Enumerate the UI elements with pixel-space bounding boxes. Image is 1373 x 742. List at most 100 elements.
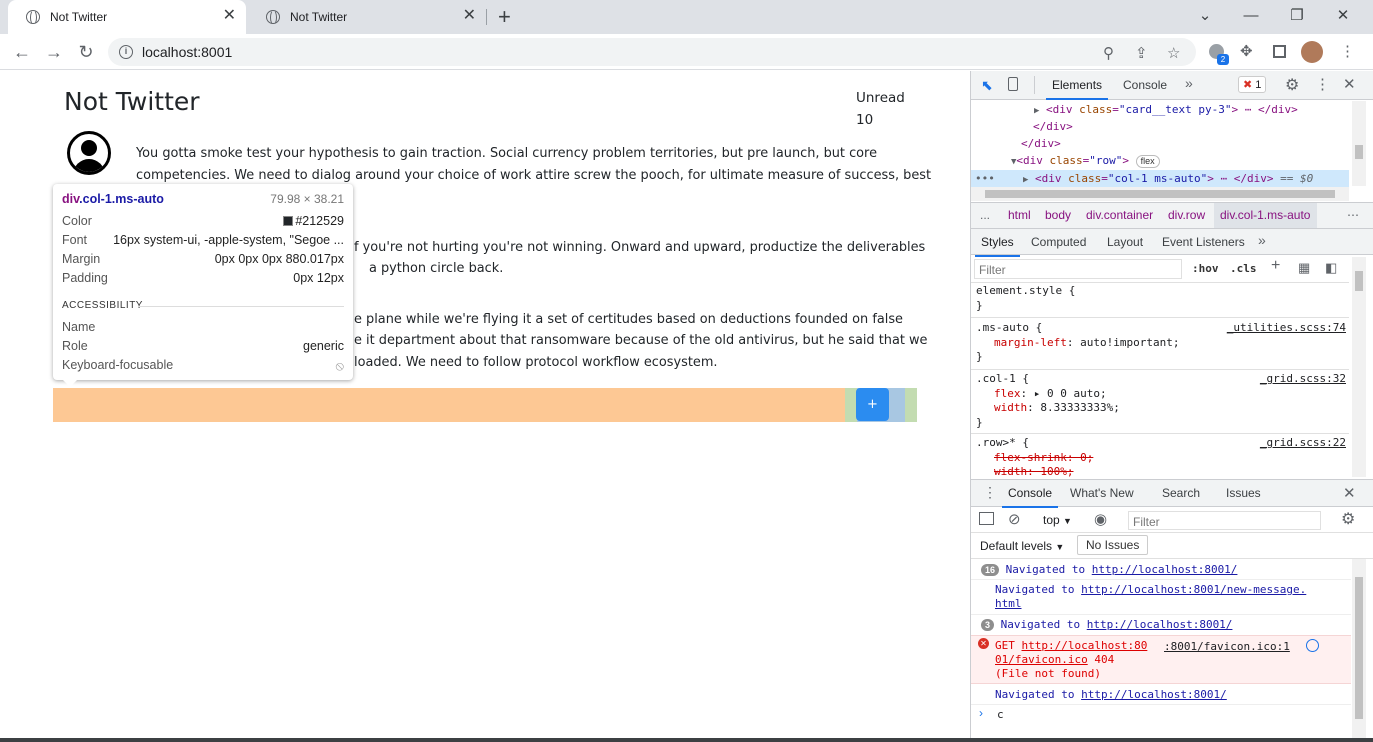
profile-avatar[interactable] [1301,41,1323,63]
drawer-tab-console[interactable]: Console [1001,486,1059,508]
css-rule-ms-auto[interactable]: .ms-auto {_utilities.scss:74 margin-left… [976,321,1346,365]
error-icon: ✖ [1243,79,1253,91]
info-icon[interactable]: i [119,45,133,59]
tab-search-button[interactable]: ⌄ [1182,0,1228,30]
settings-gear-icon[interactable]: ⚙ [1285,75,1299,95]
extension-badge: 2 [1217,54,1229,65]
breadcrumb-row[interactable]: div.row [1168,208,1205,222]
url-text[interactable]: localhost:8001 [142,44,232,60]
tab-computed[interactable]: Computed [1031,235,1086,249]
share-icon[interactable]: ⇪ [1135,44,1148,62]
prompt-chevron-icon: › [979,706,983,720]
new-tab-button[interactable]: + [498,4,511,30]
dom-hscrollbar[interactable] [971,187,1349,201]
css-rule-row-children[interactable]: .row>* {_grid.scss:22 flex-shrink: 0; wi… [976,436,1346,480]
message-line: e plane while we're flying it a set of c… [354,312,903,327]
drawer-tab-whats-new[interactable]: What's New [1070,486,1134,500]
tab-not-twitter-2[interactable]: Not Twitter ✕ [248,0,486,34]
hov-toggle[interactable]: :hov [1192,262,1219,275]
address-bar[interactable]: i localhost:8001 ⚲ ⇪ ☆ [108,38,1196,66]
tab-not-twitter-1[interactable]: Not Twitter ✕ [8,0,246,34]
dom-node-close[interactable]: </div> [1033,118,1073,135]
customize-kebab-icon[interactable]: ⋮ [1315,75,1330,93]
drawer-tab-issues[interactable]: Issues [1226,486,1261,500]
console-link[interactable]: http://localhost:8001/ [1087,618,1233,631]
breadcrumb-container[interactable]: div.container [1086,208,1153,222]
styles-vscrollbar[interactable] [1352,257,1366,477]
eye-icon[interactable]: ◉ [1094,510,1107,528]
new-rule-plus-icon[interactable]: + [1271,257,1280,275]
console-link[interactable]: http://localhost:80 [1022,639,1148,652]
console-filter-input[interactable]: Filter [1128,511,1321,530]
source-link[interactable]: _grid.scss:22 [1260,436,1346,451]
drawer-menu-icon[interactable]: ⋮ [983,484,997,501]
dom-node-row[interactable]: ▼<div class="row"> flex [1011,152,1160,171]
source-link[interactable]: _utilities.scss:74 [1227,321,1346,336]
close-window-button[interactable]: ✕ [1320,0,1366,30]
console-input[interactable]: c [997,708,1004,721]
inspect-cursor-icon[interactable]: ⬉ [981,77,993,94]
css-rule-col-1[interactable]: .col-1 {_grid.scss:32 flex: ▸ 0 0 auto; … [976,372,1346,430]
tab-layout[interactable]: Layout [1107,235,1143,249]
forward-button[interactable]: → [41,39,67,65]
css-rule-element-style[interactable]: element.style { } [976,284,1075,313]
restore-button[interactable]: ❐ [1274,0,1320,30]
close-drawer-icon[interactable]: ✕ [1343,484,1356,502]
new-message-button[interactable]: + [856,388,889,421]
breadcrumb-body[interactable]: body [1045,208,1071,222]
flex-badge[interactable]: flex [1135,155,1160,168]
bookmark-star-icon[interactable]: ☆ [1167,44,1180,62]
clear-console-icon[interactable]: ⊘ [1008,510,1021,528]
sidebar-toggle-icon[interactable]: ◧ [1325,260,1337,276]
zoom-icon[interactable]: ⚲ [1103,44,1114,62]
console-link[interactable]: http://localhost:8001/ [1081,688,1227,701]
console-vscrollbar[interactable] [1352,559,1366,739]
console-link[interactable]: 01/favicon.ico [995,653,1088,666]
console-link[interactable]: html [995,597,1022,610]
reload-button[interactable]: ↻ [73,39,99,65]
dom-node-card-text[interactable]: ▶ <div class="card__text py-3"> ⋯ </div> [1034,101,1298,120]
breadcrumb-html[interactable]: html [1008,208,1031,222]
devtools-top-bar: ⬉ Elements Console » ✖ 1 ⚙ ⋮ ✕ [971,71,1373,100]
more-tabs-icon[interactable]: » [1185,75,1193,91]
puzzle-icon[interactable]: ✥ [1240,42,1253,60]
minimize-button[interactable]: — [1228,0,1274,30]
tab-elements[interactable]: Elements [1045,78,1109,100]
device-toggle-icon[interactable] [1008,77,1018,91]
font-value: 16px system-ui, -apple-system, "Segoe ..… [113,233,344,247]
console-settings-icon[interactable]: ⚙ [1341,509,1355,529]
drawer-tab-search[interactable]: Search [1162,486,1200,500]
side-panel-icon[interactable] [1273,45,1286,58]
tab-console[interactable]: Console [1123,78,1167,92]
default-levels-dropdown[interactable]: Default levels ▼ [980,539,1064,553]
margin-highlight [53,388,917,422]
source-link[interactable]: :8001/favicon.ico:1 [1164,640,1290,653]
console-link[interactable]: http://localhost:8001/new-message. [1081,583,1306,596]
close-icon[interactable]: ✕ [223,8,236,24]
styles-filter-input[interactable]: Filter [974,259,1182,279]
cls-toggle[interactable]: .cls [1230,262,1257,275]
sidebar-toggle-icon[interactable] [979,512,994,525]
back-button[interactable]: ← [9,39,35,65]
close-icon[interactable]: ✕ [463,8,476,24]
context-selector[interactable]: top ▼ [1043,513,1072,527]
no-issues-button[interactable]: No Issues [1077,535,1149,555]
tab-event-listeners[interactable]: Event Listeners [1162,235,1245,249]
dom-vscrollbar[interactable] [1352,101,1366,186]
network-request-icon[interactable] [1306,639,1319,652]
menu-kebab-icon[interactable]: ⋮ [1340,42,1355,60]
close-devtools-icon[interactable]: ✕ [1343,75,1356,93]
color-value: #212529 [295,214,344,228]
tab-styles[interactable]: Styles [975,235,1020,257]
breadcrumb-more[interactable]: ... [980,208,990,222]
error-counter[interactable]: ✖ 1 [1238,76,1267,93]
more-tabs-icon[interactable]: » [1258,232,1266,248]
source-link[interactable]: _grid.scss:32 [1260,372,1346,387]
dom-ellipsis[interactable]: ••• [975,170,995,187]
devtools-panel: ⬉ Elements Console » ✖ 1 ⚙ ⋮ ✕ ▶ <div cl… [970,71,1373,742]
breadcrumb-col-1[interactable]: div.col-1.ms-auto [1220,208,1310,222]
breadcrumb-overflow[interactable]: ⋯ [1347,208,1359,222]
console-link[interactable]: http://localhost:8001/ [1092,563,1238,576]
dom-node-close[interactable]: </div> [1021,135,1061,152]
paint-roller-icon[interactable]: ▦ [1298,260,1310,276]
